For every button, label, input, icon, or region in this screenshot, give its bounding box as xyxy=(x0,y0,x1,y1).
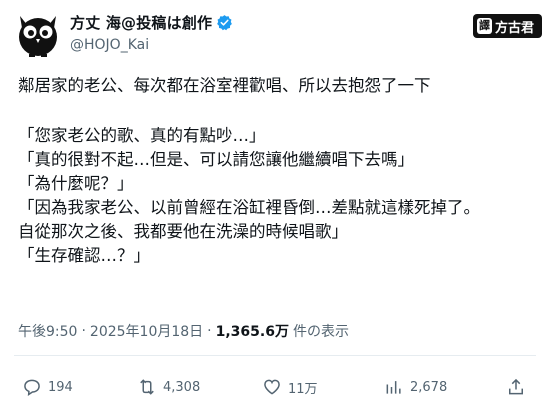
divider xyxy=(14,355,536,356)
like-count: 11万 xyxy=(288,381,318,397)
bookmark-icon xyxy=(386,381,401,394)
translator-prefix: 譯 xyxy=(476,18,492,34)
tweet-line-gap xyxy=(18,98,536,124)
tweet-line: 自從那次之後、我都要他在洗澡的時候唱歌」 xyxy=(18,222,348,241)
verified-badge-icon xyxy=(216,14,233,31)
author-name-line: 方丈 海@投稿は創作 xyxy=(70,12,233,33)
views-count: 1,365.6万 xyxy=(215,324,289,340)
repost-icon xyxy=(140,379,154,395)
tweet-line: 「真的很對不起…但是、可以請您讓他繼續唱下去嗎」 xyxy=(18,150,414,169)
reply-icon xyxy=(24,379,40,396)
tweet-line: 鄰居家的老公、每次都在浴室裡歡唱、所以去抱怨了一下 xyxy=(18,76,431,95)
views-label: 件の表示 xyxy=(292,324,349,340)
tweet-meta: 午後9:50 · 2025年10月18日 · 1,365.6万 件の表示 xyxy=(18,321,349,341)
tweet-body: 鄰居家的老公、每次都在浴室裡歡唱、所以去抱怨了一下 「您家老公的歌、真的有點吵…… xyxy=(18,74,536,268)
meta-separator: · xyxy=(81,323,86,339)
bookmark-count: 2,678 xyxy=(410,379,448,395)
tweet-line: 「因為我家老公、以前曾經在浴缸裡昏倒…差點就這樣死掉了。 xyxy=(18,198,480,217)
action-bar: 194 4,308 11万 2,678 xyxy=(22,374,536,400)
owl-avatar-icon[interactable] xyxy=(14,10,62,58)
post-date[interactable]: 2025年10月18日 xyxy=(90,321,203,341)
bookmark-button[interactable]: 2,678 xyxy=(384,374,447,400)
share-button[interactable] xyxy=(506,374,526,400)
author-display-name[interactable]: 方丈 海@投稿は創作 xyxy=(70,12,212,33)
translator-name: 方古君 xyxy=(494,20,534,36)
repost-count: 4,308 xyxy=(163,379,201,395)
share-icon xyxy=(509,378,523,395)
heart-icon xyxy=(264,379,280,395)
translator-badge: 譯 方古君 xyxy=(472,14,542,38)
post-time[interactable]: 午後9:50 xyxy=(18,321,77,341)
tweet: 方丈 海@投稿は創作 @HOJO_Kai 譯 方古君 鄰居家的老公、每次都在浴室… xyxy=(0,0,550,414)
reply-count: 194 xyxy=(48,379,73,395)
tweet-line: 「您家老公的歌、真的有點吵…」 xyxy=(18,126,266,145)
tweet-line: 「生存確認…？」 xyxy=(18,246,150,265)
repost-button[interactable]: 4,308 xyxy=(137,374,200,400)
author-handle[interactable]: @HOJO_Kai xyxy=(70,37,149,53)
reply-button[interactable]: 194 xyxy=(22,374,73,400)
like-button[interactable]: 11万 xyxy=(262,374,318,400)
meta-separator: · xyxy=(207,323,212,339)
tweet-line: 「為什麼呢？」 xyxy=(18,174,134,193)
